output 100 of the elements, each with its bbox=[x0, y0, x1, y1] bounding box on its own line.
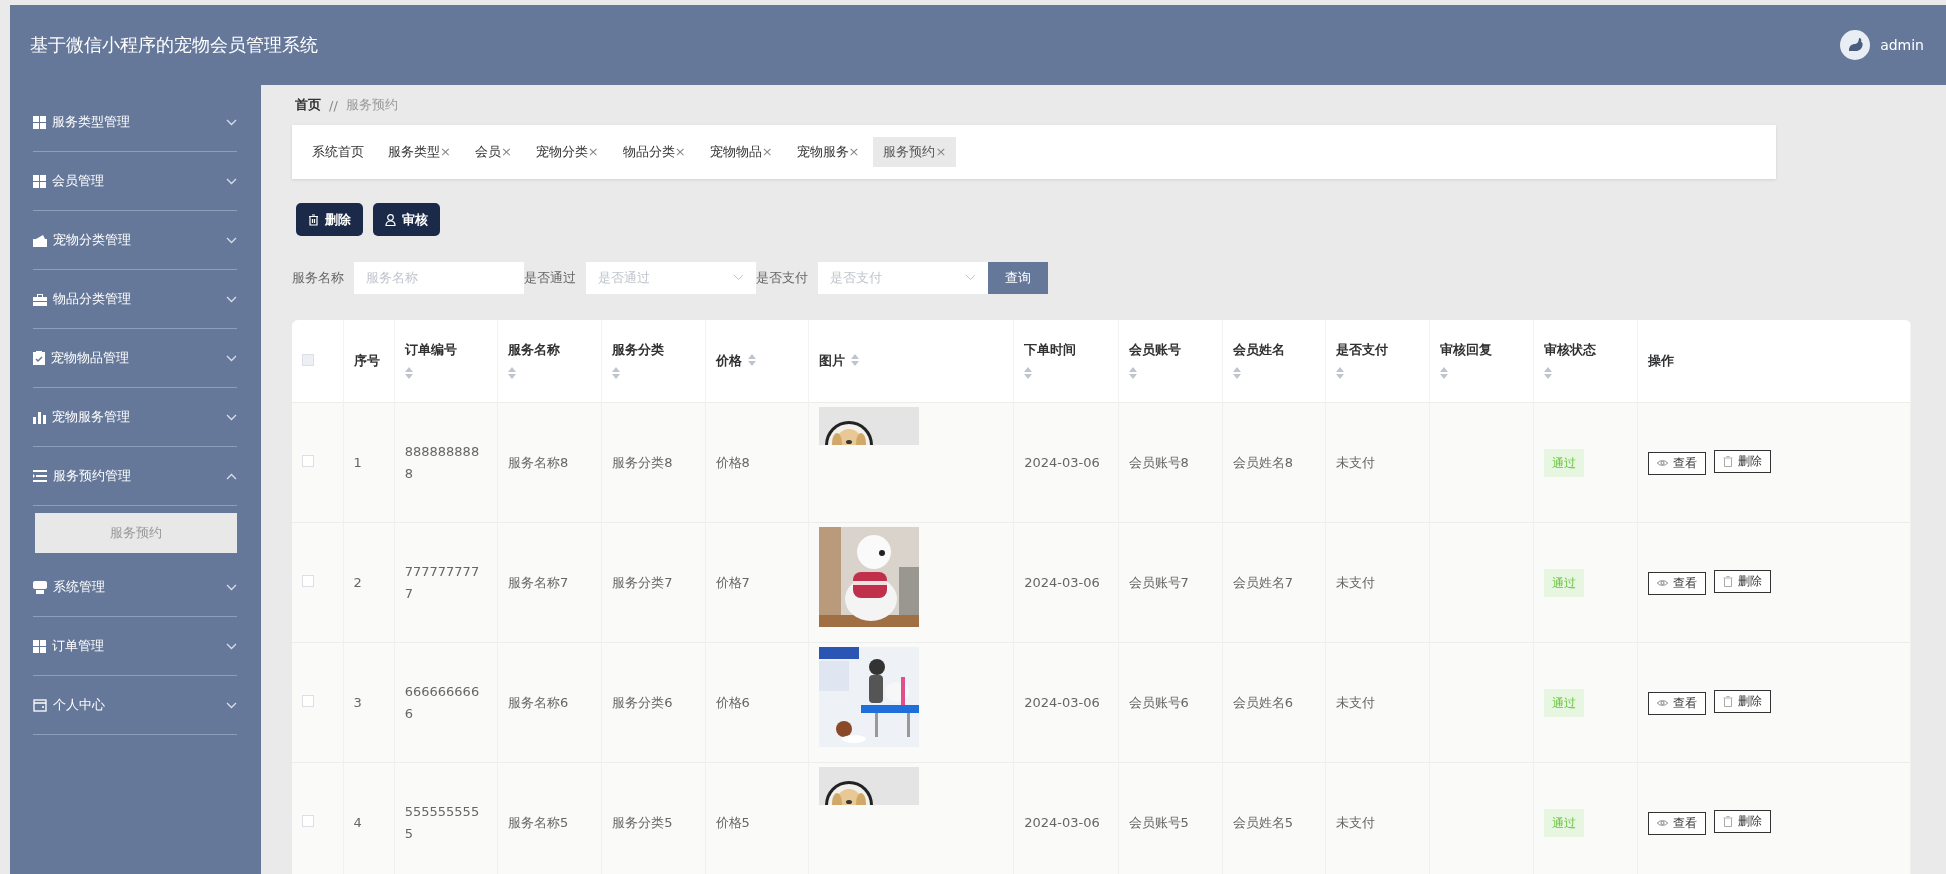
sidebar-item[interactable]: 订单管理 bbox=[33, 617, 237, 676]
sidebar-item[interactable]: 个人中心 bbox=[33, 676, 237, 735]
filter-label: 是否支付 bbox=[756, 268, 808, 287]
table-cell: 8888888888 bbox=[404, 443, 480, 481]
toolbar-button[interactable]: 审核 bbox=[373, 203, 440, 236]
checkbox[interactable] bbox=[302, 814, 314, 827]
table-cell: 服务名称8 bbox=[507, 454, 569, 470]
checkbox[interactable] bbox=[302, 454, 314, 467]
breadcrumb-separator: // bbox=[329, 97, 338, 113]
table-cell: 价格8 bbox=[715, 454, 750, 470]
sort-icon[interactable] bbox=[1336, 366, 1345, 379]
page-tab[interactable]: 物品分类× bbox=[612, 137, 696, 167]
status-tag: 通过 bbox=[1543, 448, 1584, 477]
table-cell: 2024-03-06 bbox=[1024, 454, 1100, 470]
chevron-down-icon bbox=[226, 583, 237, 591]
sort-icon[interactable] bbox=[1440, 366, 1449, 379]
filter-label: 是否通过 bbox=[524, 268, 576, 287]
chevron-down-icon bbox=[226, 701, 237, 709]
chevron-down-icon bbox=[226, 177, 237, 185]
sort-icon[interactable] bbox=[404, 366, 413, 379]
column-header: 序号 bbox=[353, 353, 380, 368]
search-button[interactable]: 查询 bbox=[988, 261, 1048, 294]
row-action-button[interactable]: 查看 bbox=[1647, 571, 1706, 595]
sort-icon[interactable] bbox=[1024, 366, 1033, 379]
sidebar-item[interactable]: 宠物物品管理 bbox=[33, 329, 237, 388]
trash-icon bbox=[1722, 576, 1733, 588]
sidebar-item[interactable]: 物品分类管理 bbox=[33, 270, 237, 329]
chevron-down-icon bbox=[733, 274, 744, 281]
table-cell: 未支付 bbox=[1336, 814, 1376, 830]
grid-icon bbox=[33, 174, 46, 188]
sort-icon[interactable] bbox=[850, 354, 859, 366]
checkbox[interactable] bbox=[302, 353, 314, 366]
table-cell: 会员账号8 bbox=[1128, 454, 1189, 470]
sort-icon[interactable] bbox=[1128, 366, 1137, 379]
table-cell: 会员姓名7 bbox=[1232, 574, 1294, 590]
sort-icon[interactable] bbox=[1543, 366, 1552, 379]
chevron-down-icon bbox=[226, 413, 237, 421]
row-action-button[interactable]: 删除 bbox=[1713, 450, 1771, 474]
row-action-button[interactable]: 查看 bbox=[1647, 691, 1706, 715]
trash-icon bbox=[1722, 816, 1733, 828]
column-header: 审核状态 bbox=[1543, 341, 1596, 357]
page-tab[interactable]: 系统首页 bbox=[302, 137, 374, 167]
trash-icon bbox=[1722, 456, 1733, 468]
checkbox[interactable] bbox=[302, 574, 314, 587]
sort-icon[interactable] bbox=[747, 354, 756, 366]
column-header: 操作 bbox=[1647, 353, 1674, 368]
sort-icon[interactable] bbox=[507, 366, 516, 379]
user-name[interactable]: admin bbox=[1880, 37, 1924, 53]
sidebar-item[interactable]: 宠物服务管理 bbox=[33, 388, 237, 447]
row-action-button[interactable]: 查看 bbox=[1647, 811, 1706, 835]
eye-icon bbox=[1656, 699, 1668, 708]
toolbar-button[interactable]: 删除 bbox=[296, 203, 363, 236]
row-action-button[interactable]: 删除 bbox=[1713, 690, 1771, 714]
chevron-down-icon bbox=[226, 118, 237, 126]
table-cell: 会员姓名8 bbox=[1232, 454, 1294, 470]
sidebar-item[interactable]: 宠物分类管理 bbox=[33, 211, 237, 270]
table-cell: 服务分类7 bbox=[612, 574, 673, 590]
sidebar-item[interactable]: 系统管理 bbox=[33, 558, 237, 617]
table-cell: 价格7 bbox=[715, 574, 750, 590]
table-cell: 2024-03-06 bbox=[1024, 574, 1100, 590]
eye-icon bbox=[1656, 579, 1668, 588]
sort-icon[interactable] bbox=[1232, 366, 1241, 379]
page-tab[interactable]: 服务类型× bbox=[378, 137, 461, 167]
row-action-button[interactable]: 删除 bbox=[1713, 810, 1771, 834]
column-header: 服务名称 bbox=[507, 341, 560, 357]
column-header: 审核回复 bbox=[1440, 341, 1493, 357]
page-tab[interactable]: 宠物服务× bbox=[786, 137, 870, 167]
sidebar-item[interactable]: 服务预约管理 bbox=[33, 447, 237, 506]
table-cell: 2024-03-06 bbox=[1024, 814, 1100, 830]
table-cell: 6666666666 bbox=[404, 683, 480, 721]
row-action-button[interactable]: 删除 bbox=[1713, 570, 1771, 594]
breadcrumb-link[interactable]: 首页 bbox=[295, 96, 321, 114]
sidebar-item[interactable]: 服务类型管理 bbox=[33, 93, 237, 152]
status-tag: 通过 bbox=[1543, 688, 1584, 717]
checkbox[interactable] bbox=[302, 694, 314, 707]
table-cell: 服务名称7 bbox=[507, 574, 569, 590]
table-cell: 会员账号7 bbox=[1128, 574, 1189, 590]
user-avatar[interactable] bbox=[1840, 30, 1871, 60]
sidebar-item[interactable]: 会员管理 bbox=[33, 152, 237, 211]
table-cell: 会员姓名6 bbox=[1232, 694, 1294, 710]
table-cell: 3 bbox=[353, 694, 362, 710]
page-tab[interactable]: 宠物分类× bbox=[525, 137, 609, 167]
filter-label: 服务名称 bbox=[292, 268, 344, 287]
column-header: 图片 bbox=[818, 353, 845, 368]
page-tab[interactable]: 会员× bbox=[464, 137, 522, 167]
chevron-down-icon bbox=[226, 236, 237, 244]
column-header: 价格 bbox=[715, 353, 742, 368]
search-field[interactable]: 服务名称 bbox=[354, 261, 524, 294]
row-action-button[interactable]: 查看 bbox=[1647, 451, 1706, 475]
table-cell: 服务名称6 bbox=[507, 694, 569, 710]
page-tab[interactable]: 宠物物品× bbox=[699, 137, 783, 167]
status-tag: 通过 bbox=[1543, 808, 1584, 837]
page-tab[interactable]: 服务预约× bbox=[873, 137, 957, 167]
briefcase-icon bbox=[33, 292, 47, 306]
column-header: 服务分类 bbox=[612, 341, 665, 357]
table-cell: 会员账号6 bbox=[1128, 694, 1189, 710]
status-tag: 通过 bbox=[1543, 568, 1584, 597]
sort-icon[interactable] bbox=[612, 366, 621, 379]
bar-chart-icon bbox=[33, 410, 46, 424]
trash-icon bbox=[308, 213, 319, 226]
